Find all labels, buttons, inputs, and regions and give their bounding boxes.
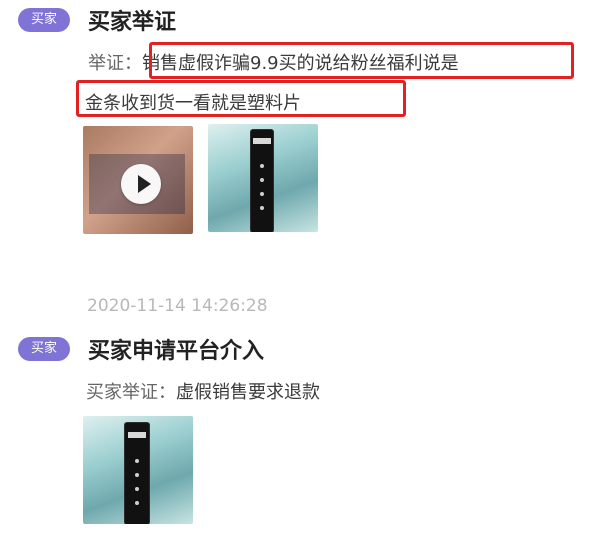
evidence-image-thumbnail[interactable] <box>208 124 318 232</box>
section-title: 买家申请平台介入 <box>88 339 265 364</box>
product-label-mark <box>253 138 271 144</box>
intervention-reason-line: 买家举证：虚假销售要求退款 <box>86 378 320 404</box>
product-dot <box>260 164 264 168</box>
buyer-badge: 买家 <box>18 337 70 361</box>
highlight-box-line-2 <box>76 80 406 117</box>
section-title: 买家举证 <box>88 10 177 35</box>
product-phone-image <box>251 130 273 232</box>
product-label-mark <box>128 432 146 438</box>
product-dot <box>135 473 139 477</box>
buyer-badge: 买家 <box>18 8 70 32</box>
evidence-video-thumbnail[interactable] <box>83 126 193 234</box>
intervention-evidence-thumbnail[interactable] <box>83 416 193 524</box>
evidence-label: 举证： <box>88 53 142 74</box>
product-dot <box>260 206 264 210</box>
product-dot <box>135 487 139 491</box>
intervention-reason-text: 虚假销售要求退款 <box>176 382 320 403</box>
product-dot <box>135 501 139 505</box>
product-dot <box>260 178 264 182</box>
product-dot <box>135 459 139 463</box>
product-dot <box>260 192 264 196</box>
highlight-box-line-1 <box>149 42 574 79</box>
intervention-reason-label: 买家举证： <box>86 382 176 403</box>
play-button[interactable] <box>121 164 161 204</box>
product-phone-image <box>125 423 149 524</box>
event-timestamp: 2020-11-14 14:26:28 <box>87 296 268 316</box>
play-icon <box>138 175 151 193</box>
